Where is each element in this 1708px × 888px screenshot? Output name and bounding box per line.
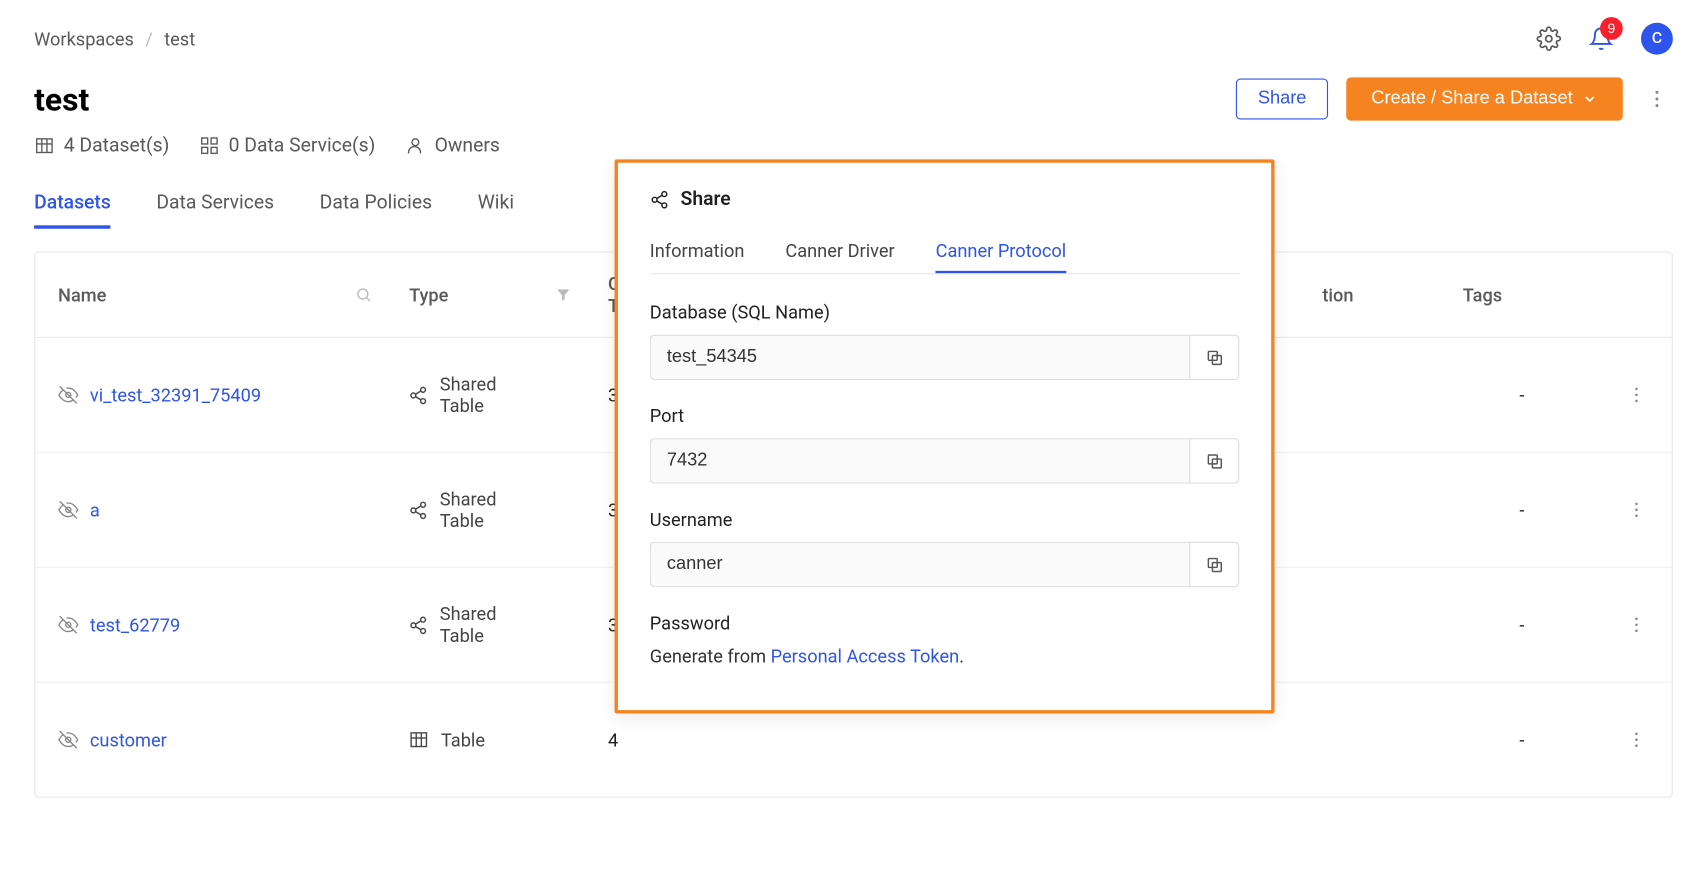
search-icon[interactable]: [356, 286, 373, 303]
header-actions: Share Create / Share a Dataset: [1236, 77, 1673, 120]
chevron-down-icon: [1582, 91, 1598, 107]
popup-tab-information[interactable]: Information: [650, 231, 745, 273]
page-title: test: [34, 80, 89, 118]
filter-icon[interactable]: [556, 287, 572, 303]
password-text: Generate from Personal Access Token.: [650, 645, 1239, 667]
meta-services-text: 0 Data Service(s): [229, 134, 376, 157]
type-text: Table: [441, 729, 485, 751]
personal-access-token-link[interactable]: Personal Access Token: [771, 645, 960, 667]
database-input[interactable]: [650, 335, 1189, 381]
type-icon: [409, 615, 428, 634]
page-header: test Share Create / Share a Dataset: [0, 66, 1707, 134]
tab-data-policies[interactable]: Data Policies: [320, 180, 432, 229]
field-database: Database (SQL Name): [650, 302, 1239, 381]
notification-badge: 9: [1600, 17, 1623, 40]
field-username: Username: [650, 509, 1239, 588]
row-more-button[interactable]: [1627, 588, 1649, 661]
row-more-button[interactable]: [1627, 703, 1649, 776]
type-text: SharedTable: [440, 488, 497, 531]
meta-datasets-text: 4 Dataset(s): [64, 134, 170, 157]
avatar-initial: C: [1652, 30, 1662, 48]
popup-header: Share: [650, 188, 1239, 211]
type-icon: [409, 729, 429, 749]
copy-icon: [1205, 451, 1224, 470]
row-more-button[interactable]: [1627, 358, 1649, 431]
cell-tags: -: [1440, 452, 1604, 567]
cell-tags: -: [1440, 567, 1604, 682]
share-button[interactable]: Share: [1236, 79, 1328, 120]
tab-wiki[interactable]: Wiki: [478, 180, 514, 229]
topbar-actions: 9 C: [1536, 23, 1673, 55]
user-icon: [405, 135, 425, 155]
breadcrumb-current: test: [164, 28, 195, 50]
username-input[interactable]: [650, 542, 1189, 588]
copy-icon: [1205, 348, 1224, 367]
password-suffix: .: [959, 645, 964, 667]
col-actions: [1604, 253, 1672, 338]
create-dataset-button[interactable]: Create / Share a Dataset: [1346, 77, 1623, 120]
popup-title: Share: [681, 188, 731, 211]
username-label: Username: [650, 509, 1239, 531]
topbar: Workspaces / test 9 C: [0, 0, 1707, 66]
col-desc[interactable]: tion: [1300, 253, 1440, 338]
avatar[interactable]: C: [1641, 23, 1673, 55]
notifications-button[interactable]: 9: [1589, 26, 1614, 51]
breadcrumb-root[interactable]: Workspaces: [34, 28, 134, 50]
copy-icon: [1205, 555, 1224, 574]
meta-datasets: 4 Dataset(s): [34, 134, 169, 157]
dataset-link[interactable]: customer: [90, 729, 167, 751]
type-text: SharedTable: [440, 373, 497, 416]
row-more-button[interactable]: [1627, 473, 1649, 546]
breadcrumb: Workspaces / test: [34, 28, 195, 50]
meta-services: 0 Data Service(s): [199, 134, 375, 157]
eye-off-icon: [58, 500, 78, 520]
type-text: SharedTable: [440, 603, 497, 646]
dataset-link[interactable]: test_62779: [90, 614, 180, 636]
meta-owners-text: Owners: [435, 134, 500, 157]
popup-tab-protocol[interactable]: Canner Protocol: [936, 231, 1067, 273]
eye-off-icon: [58, 385, 78, 405]
tab-datasets[interactable]: Datasets: [34, 180, 111, 229]
popup-tab-driver[interactable]: Canner Driver: [785, 231, 894, 273]
tab-data-services[interactable]: Data Services: [156, 180, 274, 229]
field-password: Password Generate from Personal Access T…: [650, 612, 1239, 667]
copy-database-button[interactable]: [1189, 335, 1239, 381]
cell-tags: -: [1440, 337, 1604, 452]
type-icon: [409, 500, 428, 519]
col-desc-label: tion: [1322, 284, 1353, 306]
share-popup: Share Information Canner Driver Canner P…: [615, 159, 1275, 713]
cell-tags: -: [1440, 682, 1604, 796]
password-label: Password: [650, 612, 1239, 634]
copy-port-button[interactable]: [1189, 438, 1239, 484]
col-name-label: Name: [58, 284, 106, 306]
popup-tabs: Information Canner Driver Canner Protoco…: [650, 231, 1239, 274]
share-icon: [650, 189, 669, 208]
settings-button[interactable]: [1536, 26, 1561, 51]
col-name[interactable]: Name: [35, 253, 386, 338]
port-input[interactable]: [650, 438, 1189, 484]
copy-username-button[interactable]: [1189, 542, 1239, 588]
eye-off-icon: [58, 615, 78, 635]
col-tags-label: Tags: [1463, 284, 1502, 306]
col-type-label: Type: [409, 284, 448, 306]
type-icon: [409, 385, 428, 404]
database-label: Database (SQL Name): [650, 302, 1239, 324]
gear-icon: [1536, 26, 1561, 51]
dataset-link[interactable]: a: [90, 499, 100, 521]
field-port: Port: [650, 405, 1239, 484]
breadcrumb-separator: /: [145, 28, 153, 50]
table-icon: [34, 135, 54, 155]
password-prefix: Generate from: [650, 645, 771, 667]
meta-owners[interactable]: Owners: [405, 134, 500, 157]
grid-icon: [199, 135, 219, 155]
dataset-link[interactable]: vi_test_32391_75409: [90, 384, 261, 406]
port-label: Port: [650, 405, 1239, 427]
create-dataset-label: Create / Share a Dataset: [1371, 89, 1572, 109]
eye-off-icon: [58, 729, 78, 749]
col-type[interactable]: Type: [386, 253, 585, 338]
col-tags[interactable]: Tags: [1440, 253, 1604, 338]
more-menu-button[interactable]: [1641, 83, 1673, 115]
